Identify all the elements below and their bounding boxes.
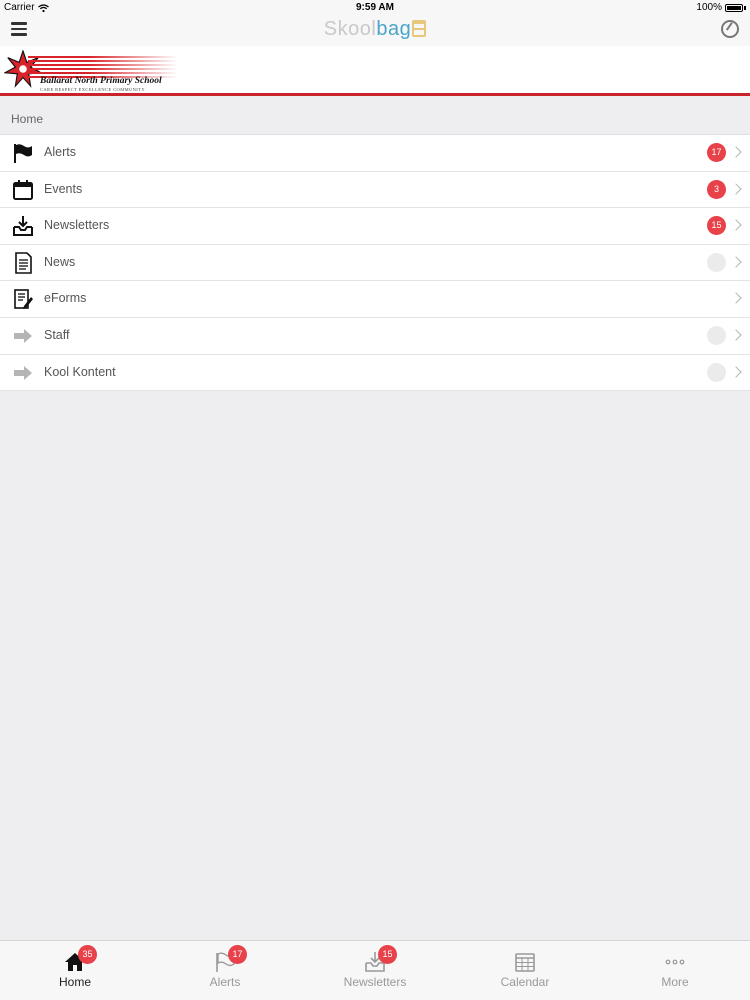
nav-bar: Skoolbag	[0, 16, 750, 46]
arrow-right-icon	[14, 365, 32, 380]
chevron-right-icon	[730, 329, 742, 341]
chevron-right-icon	[730, 146, 742, 158]
inbox-download-icon	[13, 216, 33, 237]
battery-percent: 100%	[696, 2, 722, 13]
form-edit-icon	[14, 289, 33, 310]
app-logo: Skoolbag	[0, 18, 750, 41]
bag-icon	[412, 20, 427, 37]
tab-bar: 35 Home 17 Alerts 15 Newsletters Calenda…	[0, 940, 750, 1000]
menu-item-events[interactable]: Events 3	[0, 172, 750, 209]
school-name: Ballarat North Primary School	[40, 76, 162, 86]
badge-events: 3	[707, 179, 726, 199]
flag-icon	[14, 144, 32, 163]
badge-kool-kontent	[707, 362, 726, 382]
arrow-right-icon	[14, 328, 32, 343]
calendar-icon	[515, 953, 535, 972]
badge-alerts: 17	[707, 143, 726, 162]
menu-item-newsletters[interactable]: Newsletters 15	[0, 208, 750, 245]
menu-item-kool-kontent[interactable]: Kool Kontent	[0, 355, 750, 392]
badge-staff	[707, 325, 726, 345]
menu-item-staff[interactable]: Staff	[0, 318, 750, 355]
badge-newsletters: 15	[707, 216, 726, 236]
calendar-icon	[13, 179, 33, 200]
sync-icon[interactable]	[721, 20, 739, 38]
menu-item-news[interactable]: News	[0, 245, 750, 282]
menu-list: Alerts 17 Events 3 Newsletters 15 News e…	[0, 134, 750, 392]
tab-more[interactable]: More	[600, 941, 750, 1000]
chevron-right-icon	[730, 256, 742, 268]
menu-item-eforms[interactable]: eForms	[0, 281, 750, 318]
menu-item-alerts[interactable]: Alerts 17	[0, 135, 750, 172]
badge-news	[707, 252, 726, 272]
school-motto: CARE RESPECT EXCELLENCE COMMUNITY	[40, 87, 145, 92]
status-bar: Carrier 9:59 AM 100%	[0, 0, 750, 16]
chevron-right-icon	[730, 219, 742, 231]
chevron-right-icon	[730, 292, 742, 305]
status-time: 9:59 AM	[356, 2, 394, 13]
tab-calendar[interactable]: Calendar	[450, 941, 600, 1000]
tab-badge-newsletters: 15	[378, 945, 397, 964]
tab-alerts[interactable]: 17 Alerts	[150, 941, 300, 1000]
more-dots-icon	[665, 959, 685, 965]
school-banner: Ballarat North Primary School CARE RESPE…	[0, 46, 750, 96]
document-icon	[15, 251, 32, 274]
chevron-right-icon	[730, 365, 742, 378]
breadcrumb: Home	[11, 112, 44, 126]
tab-newsletters[interactable]: 15 Newsletters	[300, 941, 450, 1000]
tab-badge-alerts: 17	[228, 945, 247, 964]
tab-home[interactable]: 35 Home	[0, 941, 150, 1000]
tab-badge-home: 35	[78, 945, 97, 964]
chevron-right-icon	[730, 182, 742, 195]
battery-icon	[725, 3, 743, 12]
